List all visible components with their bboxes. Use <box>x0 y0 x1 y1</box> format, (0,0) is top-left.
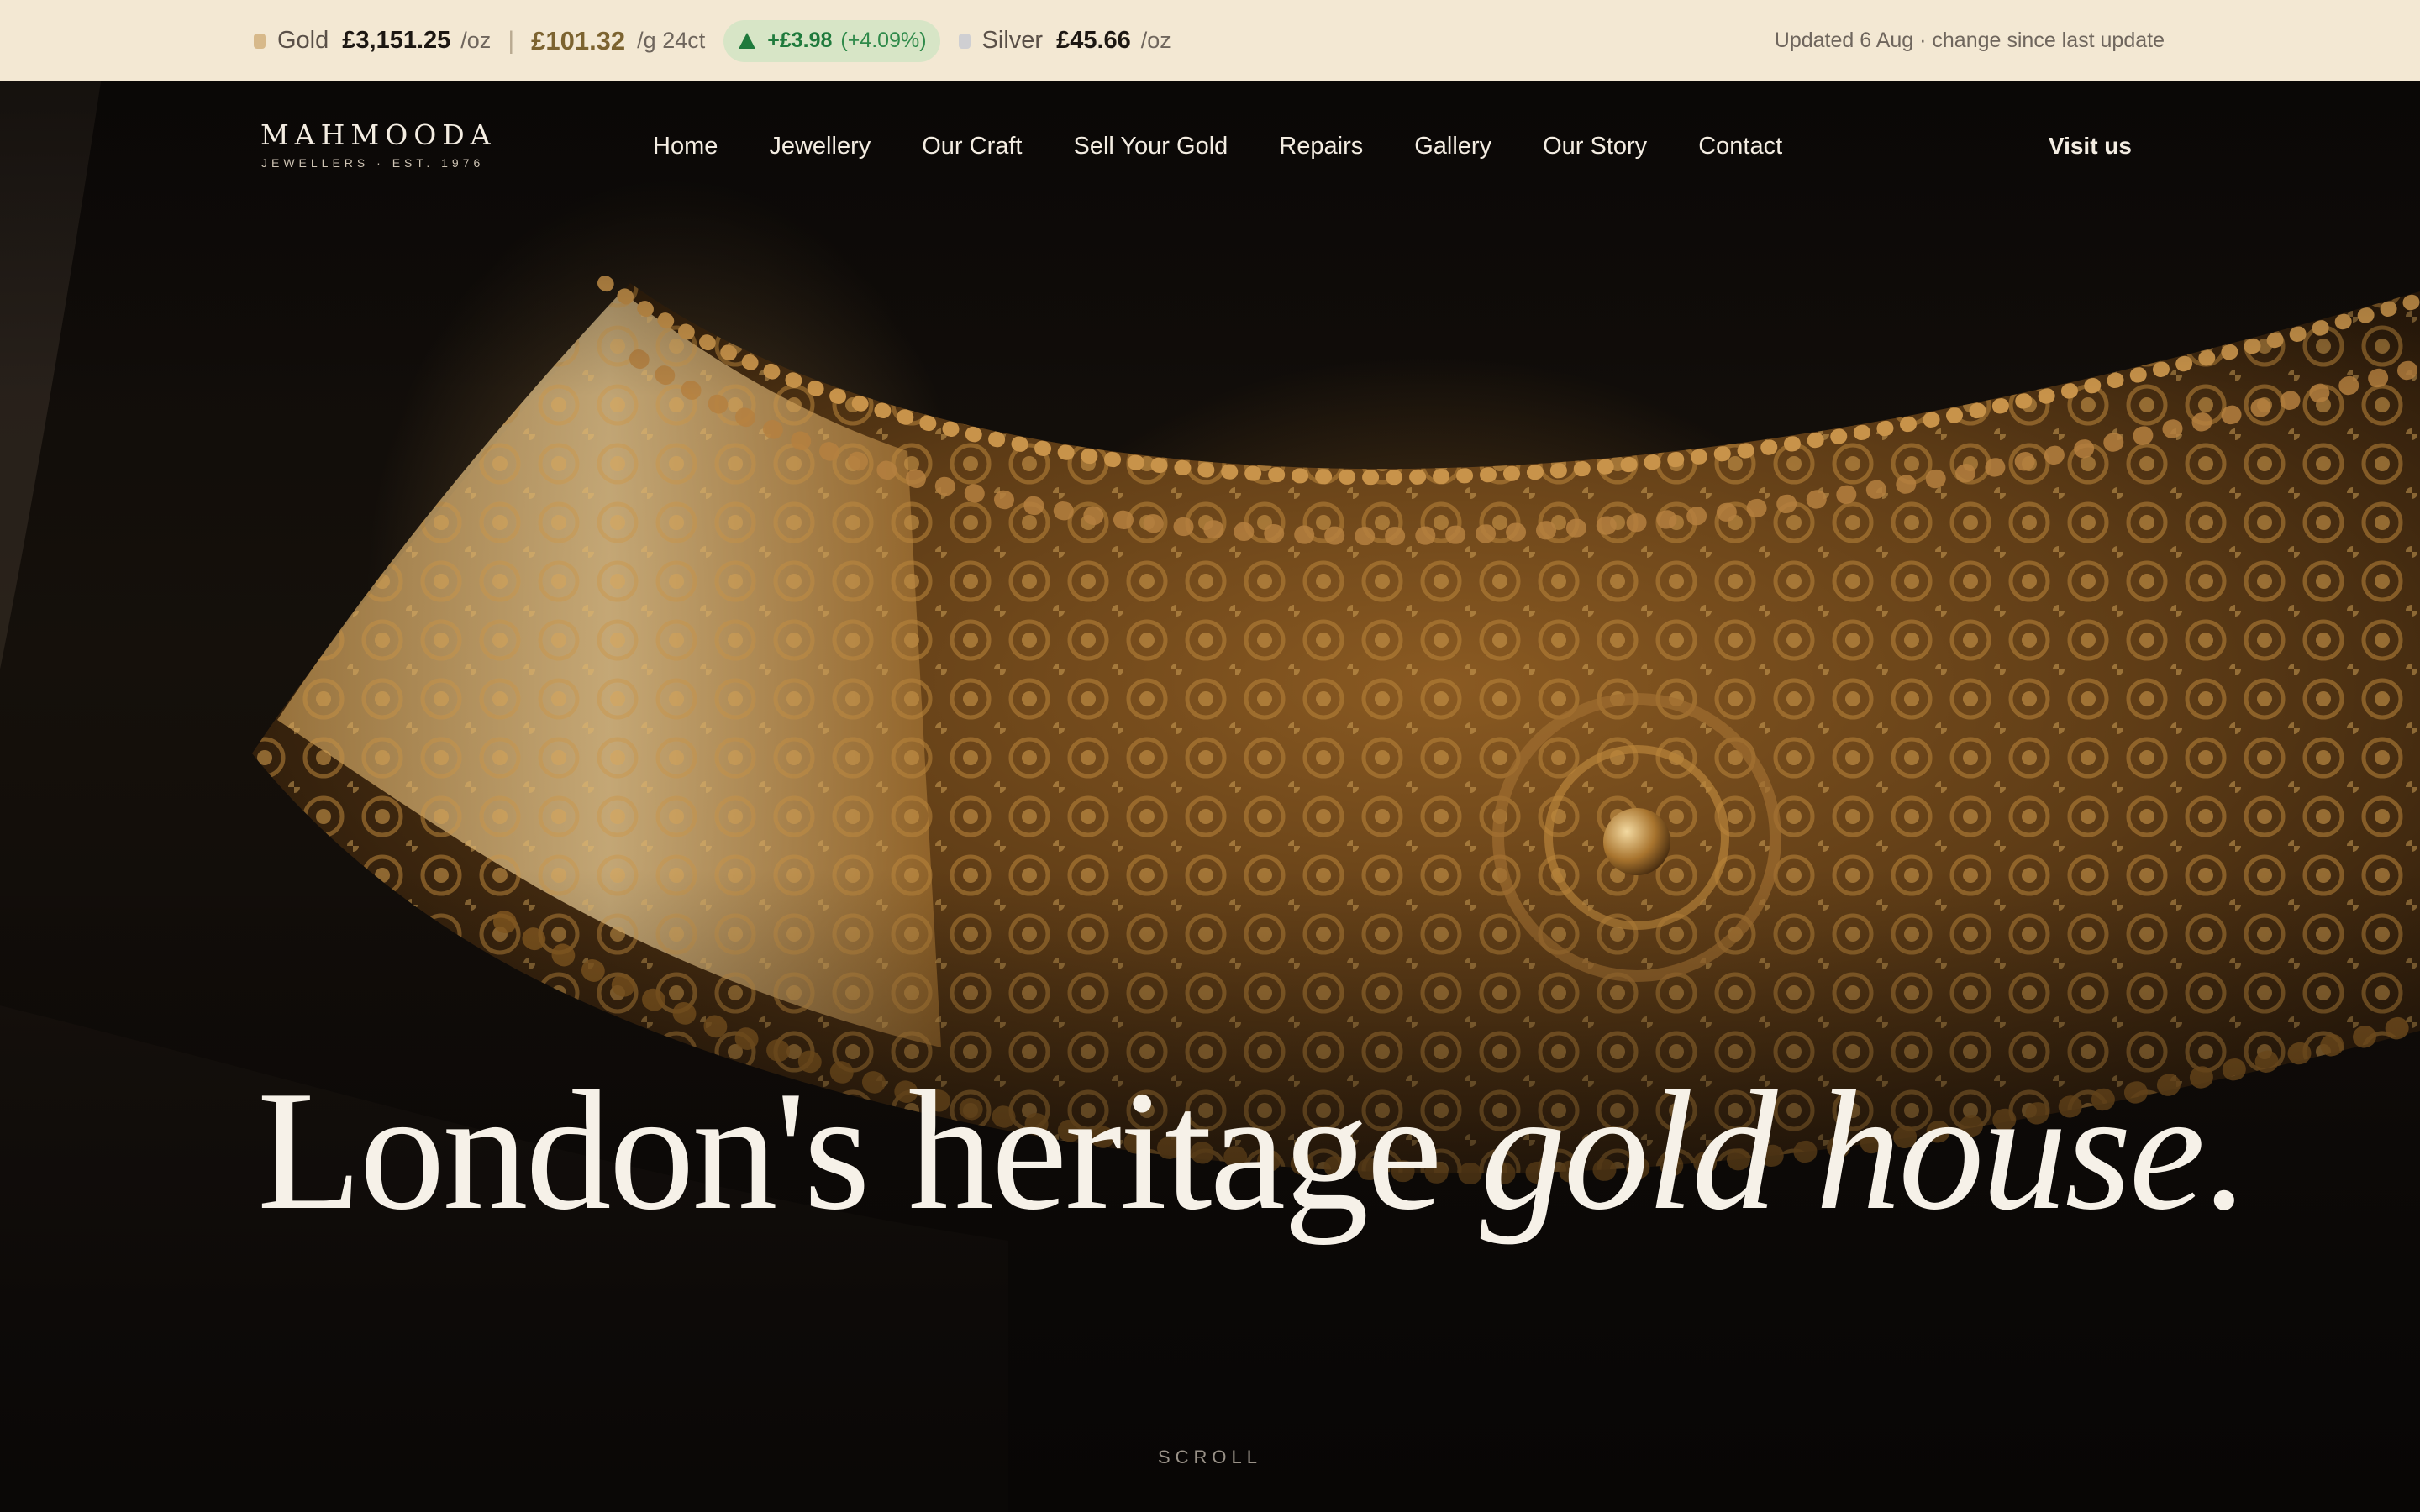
ticker-divider: | <box>508 26 515 55</box>
nav-links: Home Jewellery Our Craft Sell Your Gold … <box>653 81 1782 211</box>
price-change-badge: +£3.98 (+4.09%) <box>723 19 940 62</box>
nav-item-sell-your-gold[interactable]: Sell Your Gold <box>1073 133 1228 160</box>
gold-swatch-icon <box>254 33 266 49</box>
scroll-indicator[interactable]: SCROLL <box>0 1446 2420 1468</box>
silver-swatch-icon <box>958 33 971 49</box>
arrow-up-icon <box>739 33 756 49</box>
visit-us-link[interactable]: Visit us <box>2049 81 2132 211</box>
hero-headline: London's heritage gold house. <box>257 1054 2245 1247</box>
nav-item-our-story[interactable]: Our Story <box>1543 133 1647 160</box>
nav-item-our-craft[interactable]: Our Craft <box>922 133 1022 160</box>
nav-item-home[interactable]: Home <box>653 133 718 160</box>
silver-unit-oz: /oz <box>1140 28 1171 53</box>
price-change-percent: (+4.09%) <box>840 29 927 52</box>
hero-vignette <box>0 81 2420 1512</box>
headline-main-text: London's heritage <box>257 1056 1481 1246</box>
silver-label: Silver <box>981 27 1044 54</box>
brand-tagline: JEWELLERS · EST. 1976 <box>261 156 485 170</box>
silver-price-oz: £45.66 <box>1056 27 1131 54</box>
price-change-absolute: +£3.98 <box>767 29 833 52</box>
gold-price-oz: £3,151.25 <box>342 27 451 54</box>
hero-section: London's heritage gold house. SCROLL <box>0 81 2420 1512</box>
nav-item-gallery[interactable]: Gallery <box>1414 133 1491 160</box>
nav-item-jewellery[interactable]: Jewellery <box>769 133 871 160</box>
main-navigation: MAHMOODA JEWELLERS · EST. 1976 Home Jewe… <box>0 81 2420 211</box>
ticker-prices: Gold £3,151.25 /oz | £101.32 /g 24ct +£3… <box>254 0 1171 81</box>
brand-name: MAHMOODA <box>260 118 497 151</box>
nav-item-repairs[interactable]: Repairs <box>1279 133 1363 160</box>
headline-emphasis-text: gold house <box>1480 1056 2206 1246</box>
ticker-updated-note: Updated 6 Aug · change since last update <box>1774 29 2165 52</box>
metal-price-ticker: Gold £3,151.25 /oz | £101.32 /g 24ct +£3… <box>0 0 2420 81</box>
gold-unit-gram: /g 24ct <box>637 28 706 53</box>
headline-period: . <box>2202 1056 2245 1246</box>
gold-unit-oz: /oz <box>460 28 492 53</box>
gold-label: Gold <box>277 27 329 54</box>
gold-price-gram: £101.32 <box>531 25 626 55</box>
nav-item-contact[interactable]: Contact <box>1698 133 1782 160</box>
brand-logo[interactable]: MAHMOODA JEWELLERS · EST. 1976 <box>260 118 497 171</box>
